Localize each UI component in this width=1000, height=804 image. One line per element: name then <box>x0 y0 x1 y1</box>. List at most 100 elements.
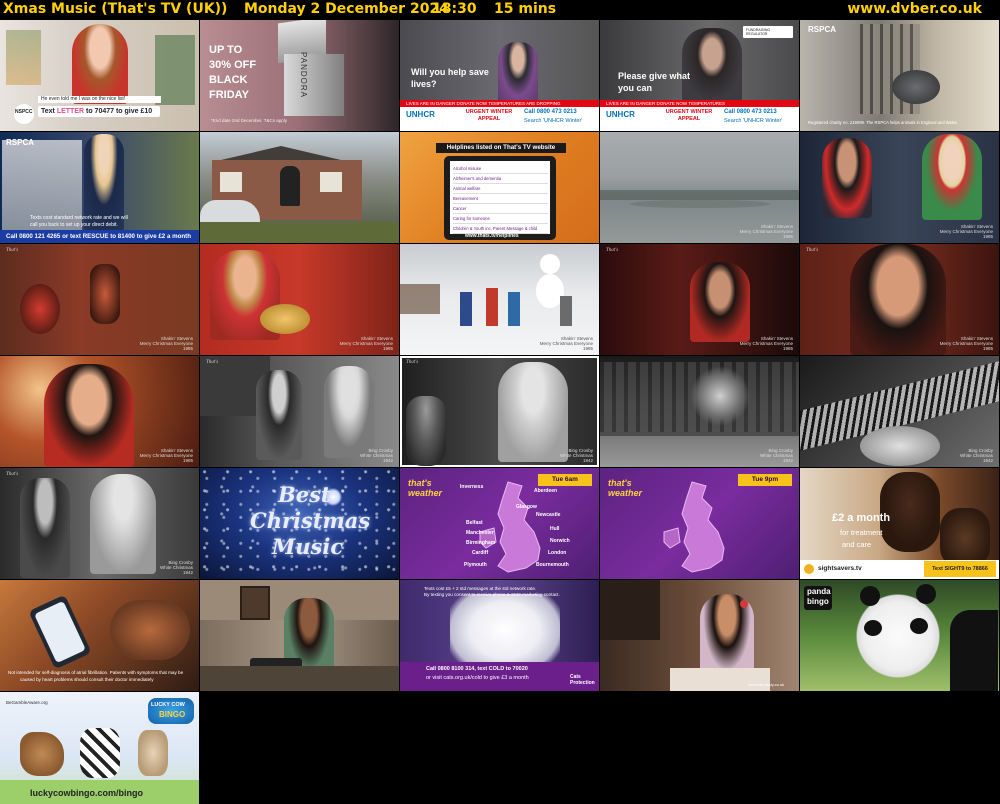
appeal-title: URGENT WINTER APPEAL <box>665 109 713 122</box>
panda-logo-1: panda <box>807 587 831 596</box>
terms-line-2: By texting you consent to receive phone … <box>424 592 560 597</box>
donate-line-2: or visit cats.org.uk/cold to give £3 a m… <box>426 675 529 681</box>
broadcast-date: Monday 2 December 2024 <box>244 1 449 17</box>
thumbnail-tile[interactable]: Bing Crosby White Christmas 1942 <box>600 356 799 467</box>
forecast-time: Tue 9pm <box>738 474 792 486</box>
thumbnail-tile[interactable]: That's Shakin' Stevens Merry Christmas E… <box>600 244 799 355</box>
weather-city-label: Glasgow <box>516 504 537 510</box>
appeal-search: Search 'UNHCR Winter' <box>724 118 783 124</box>
rspca-logo: RSPCA <box>808 25 837 34</box>
weather-city-label: Bournemouth <box>536 562 569 568</box>
title-line-3: Music <box>272 534 344 559</box>
song-credit: Shakin' Stevens Merry Christmas Everyone… <box>139 448 193 463</box>
weather-city-label: Norwich <box>550 538 570 544</box>
thumbnail-tile[interactable]: Shakin' Stevens Merry Christmas Everyone… <box>0 356 199 467</box>
small-text-1: Texts cost standard network rate and we … <box>30 215 128 221</box>
header-bar: Xmas Music (That's TV (UK)) Monday 2 Dec… <box>0 0 1000 20</box>
weather-city-list: Inverness Aberdeen Glasgow Newcastle Belfast… <box>400 468 599 579</box>
helpline-item[interactable]: Animal welfare <box>453 184 548 194</box>
thumbnail-tile[interactable]: Please give what you can FUNDRAISING REG… <box>600 20 799 131</box>
thumbnail-tile[interactable]: That's Bing Crosby White Christmas 1942 <box>0 468 199 579</box>
appeal-title: URGENT WINTER APPEAL <box>465 109 513 122</box>
weather-city-label: Belfast <box>466 520 483 526</box>
regulator-badge: FUNDRAISING REGULATOR <box>746 28 771 36</box>
broadcast-duration: 15 mins <box>494 1 557 17</box>
ad-cta: Text LETTER to 70477 to give £10 <box>41 108 153 115</box>
song-credit: Bing Crosby White Christmas 1942 <box>359 448 393 463</box>
donate-line-1: Call 0800 8100 314, text COLD to 70020 <box>426 666 528 672</box>
thumbnail-tile[interactable]: that's weather Tue 9pm <box>600 468 799 579</box>
sightsavers-cta: Text SIGHT9 to 78866 <box>924 561 996 577</box>
thumbnail-tile[interactable]: That's Shakin' Stevens Merry Christmas E… <box>0 244 199 355</box>
thumbnail-tile[interactable]: Not intended for self-diagnosis of atria… <box>0 580 199 691</box>
bingo-url[interactable]: luckycowbingo.com/bingo <box>30 788 143 798</box>
uk-map-icon <box>663 481 725 573</box>
weather-city-label: Inverness <box>460 484 484 490</box>
unhcr-logo: UNHCR <box>606 110 635 119</box>
weather-city-label: Cardiff <box>472 550 489 556</box>
fine-print: Registered charity no. 219099. The RSPCA… <box>808 120 958 125</box>
channel-watermark: That's <box>6 248 19 253</box>
promo-line-4: FRIDAY <box>209 89 249 101</box>
unhcr-logo: UNHCR <box>406 110 435 119</box>
thumbnail-tile[interactable] <box>200 580 399 691</box>
thumbnail-tile[interactable]: panda bingo <box>800 580 999 691</box>
thumbnail-tile[interactable]: He even told me I was on the nice list! … <box>0 20 199 131</box>
weather-city-label: Aberdeen <box>534 488 558 494</box>
disclaimer-line-2: caused by heart problems should consult … <box>20 677 154 682</box>
thumbnail-tile[interactable]: That's Bing Crosby White Christmas 1942 <box>400 356 599 467</box>
news-ticker: LIVES ARE IN DANGER DONATE NOW TEMPERATU… <box>600 100 799 107</box>
thumbnail-tile[interactable]: BeGambleAware.org LUCKY COW BINGO luckyc… <box>0 692 199 804</box>
gamble-aware[interactable]: BeGambleAware.org <box>6 700 48 705</box>
helpline-item[interactable]: Caring for someone <box>453 214 548 224</box>
helpline-item[interactable]: Bereavement <box>453 194 548 204</box>
site-link[interactable]: www.dvber.co.uk <box>847 1 982 18</box>
thumbnail-tile[interactable]: that's weather Tue 6am Inverness Aberdeen… <box>400 468 599 579</box>
channel-watermark: That's <box>806 248 819 253</box>
terms-line-1: Texts cost £5 + 2 std messages at the st… <box>424 586 537 591</box>
thumbnail-tile[interactable]: UP TO 30% OFF BLACK FRIDAY PANDORA *End … <box>200 20 399 131</box>
bingo-logo-1: LUCKY COW <box>151 702 185 708</box>
thumbnail-tile[interactable]: wearedentsply.co.uk <box>600 580 799 691</box>
thumbnail-tile[interactable]: Helplines listed on That's TV website Al… <box>400 132 599 243</box>
ad-caption: He even told me I was on the nice list! <box>38 96 161 103</box>
channel-watermark: That's <box>406 360 419 365</box>
thumbnail-tile[interactable] <box>200 132 399 243</box>
helpline-item[interactable]: Cancer <box>453 204 548 214</box>
news-ticker: LIVES ARE IN DANGER DONATE NOW TEMPERATU… <box>400 100 599 107</box>
title-line-2: Christmas <box>250 508 371 533</box>
song-credit: Shakin' Stevens Merry Christmas Everyone… <box>739 224 793 239</box>
thumbnail-tile[interactable]: Texts cost standard network rate and we … <box>0 132 199 243</box>
thumbnail-tile[interactable]: That's Shakin' Stevens Merry Christmas E… <box>400 244 599 355</box>
thumbnail-tile[interactable]: Bing Crosby White Christmas 1942 <box>800 356 999 467</box>
weather-city-label: Birmingham <box>466 540 496 546</box>
weather-city-label: London <box>548 550 567 556</box>
appeal-question: Please give what you can <box>618 71 691 93</box>
channel-watermark: That's <box>606 248 619 253</box>
channel-title: Xmas Music (That's TV (UK)) <box>3 1 228 17</box>
helpline-item[interactable]: Alzheimer's and dementia <box>453 174 548 184</box>
song-credit: Shakin' Stevens Merry Christmas Everyone… <box>739 336 793 351</box>
song-credit: Shakin' Stevens Merry Christmas Everyone… <box>339 336 393 351</box>
channel-watermark: That's <box>406 248 419 253</box>
promo-line-2: 30% OFF <box>209 59 257 71</box>
thumbnail-tile[interactable]: That's Shakin' Stevens Merry Christmas E… <box>800 244 999 355</box>
thumbnail-tile[interactable]: That's Bing Crosby White Christmas 1942 <box>200 356 399 467</box>
thumbnail-tile[interactable]: Best Christmas Music <box>200 468 399 579</box>
thumbnail-tile[interactable]: Shakin' Stevens Merry Christmas Everyone… <box>800 132 999 243</box>
helplines-url[interactable]: www.thats.tv/helplines <box>465 233 519 239</box>
sightsavers-site: sightsavers.tv <box>818 565 862 572</box>
thumbnail-tile[interactable]: RSPCA Registered charity no. 219099. The… <box>800 20 999 131</box>
thumbnail-tile[interactable]: Texts cost £5 + 2 std messages at the st… <box>400 580 599 691</box>
helpline-item[interactable]: Alcohol misuse <box>453 164 548 174</box>
thumbnail-tile[interactable]: £2 a month for treatment and care sights… <box>800 468 999 579</box>
cats-logo: Cats Protection <box>570 674 595 686</box>
donation-cta: Call 0800 121 4265 or text RESCUE to 814… <box>0 230 199 243</box>
thumbnail-tile[interactable]: Will you help save lives? LIVES ARE IN D… <box>400 20 599 131</box>
song-credit: Shakin' Stevens Merry Christmas Everyone… <box>939 224 993 239</box>
appeal-phone: Call 0800 473 0213 <box>724 109 777 115</box>
thumbnail-tile[interactable]: Shakin' Stevens Merry Christmas Everyone… <box>600 132 799 243</box>
weather-city-label: Manchester <box>466 530 494 536</box>
song-credit: Bing Crosby White Christmas 1942 <box>759 448 793 463</box>
thumbnail-tile[interactable]: Shakin' Stevens Merry Christmas Everyone… <box>200 244 399 355</box>
